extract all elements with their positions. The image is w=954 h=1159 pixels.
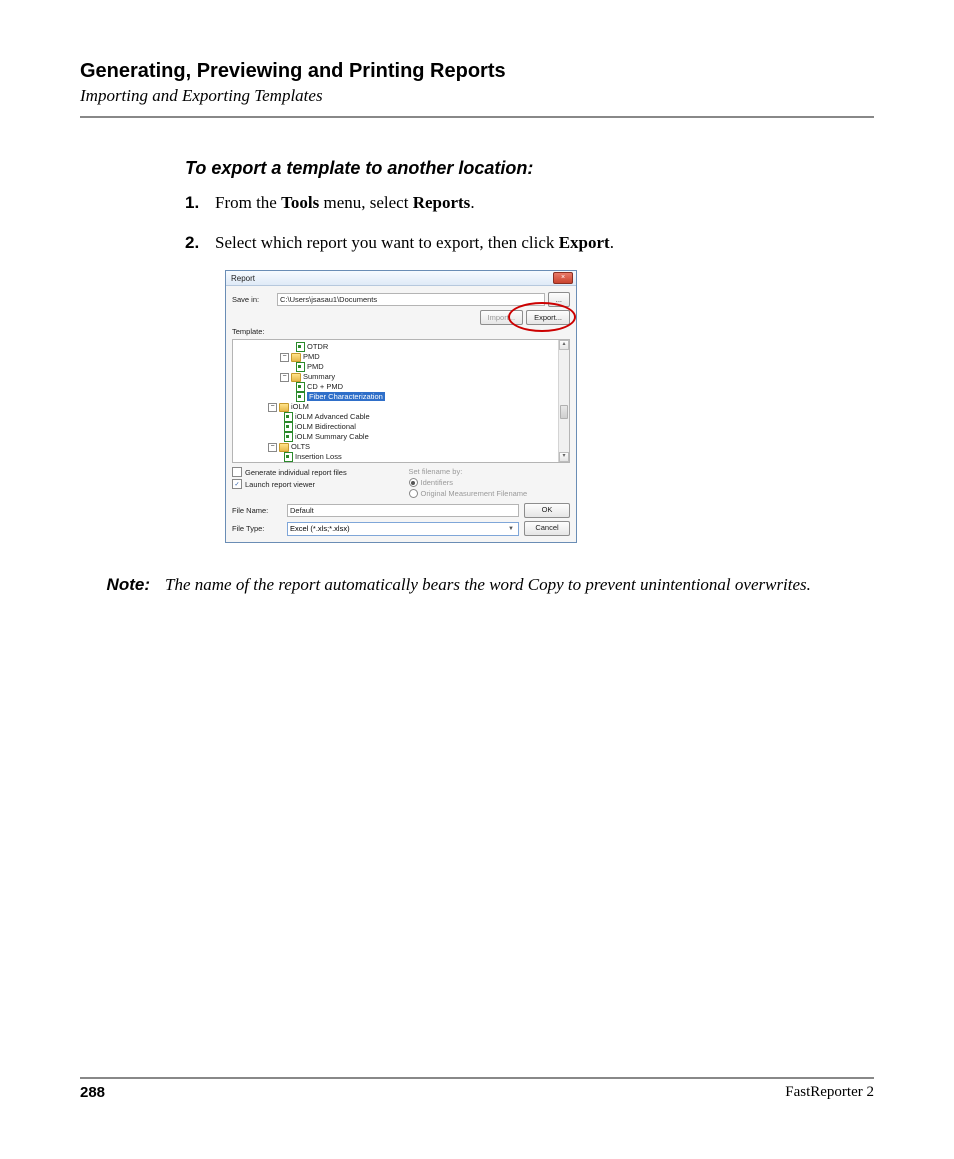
- note-label: Note:: [80, 573, 165, 598]
- close-icon[interactable]: ×: [553, 272, 573, 284]
- filetype-value: Excel (*.xls;*.xlsx): [290, 524, 350, 533]
- file-icon: [296, 382, 305, 392]
- procedure-heading: To export a template to another location…: [185, 158, 864, 179]
- collapse-icon[interactable]: −: [280, 373, 289, 382]
- set-filename-label: Set filename by:: [409, 467, 571, 476]
- save-in-field[interactable]: C:\Users\jsasau1\Documents: [277, 293, 545, 306]
- filetype-dropdown[interactable]: Excel (*.xls;*.xlsx) ▼: [287, 522, 519, 536]
- dialog-titlebar[interactable]: Report ×: [226, 271, 576, 286]
- step-1-number: 1.: [185, 191, 215, 216]
- filename-label: File Name:: [232, 506, 287, 515]
- folder-icon: [291, 353, 301, 362]
- collapse-icon[interactable]: −: [280, 353, 289, 362]
- dialog-title: Report: [231, 274, 255, 283]
- save-in-label: Save in:: [232, 295, 277, 304]
- step-2-number: 2.: [185, 231, 215, 256]
- step-2: 2. Select which report you want to expor…: [185, 231, 864, 256]
- file-icon: [284, 422, 293, 432]
- cancel-button[interactable]: Cancel: [524, 521, 570, 536]
- template-label: Template:: [232, 327, 277, 336]
- note-body: The name of the report automatically bea…: [165, 573, 874, 598]
- scroll-down-icon[interactable]: ▾: [559, 452, 569, 462]
- filetype-label: File Type:: [232, 524, 287, 533]
- collapse-icon[interactable]: −: [268, 443, 277, 452]
- step-1: 1. From the Tools menu, select Reports.: [185, 191, 864, 216]
- template-tree[interactable]: OTDR −PMD PMD −Summary CD + PMD Fiber Ch…: [232, 339, 570, 463]
- file-icon: [284, 452, 293, 462]
- chapter-title: Generating, Previewing and Printing Repo…: [80, 60, 874, 83]
- ok-button[interactable]: OK: [524, 503, 570, 518]
- file-icon: [296, 362, 305, 372]
- file-icon: [284, 412, 293, 422]
- scrollbar[interactable]: ▴ ▾: [558, 340, 569, 462]
- scroll-thumb[interactable]: [560, 405, 568, 419]
- header-rule: [80, 116, 874, 118]
- product-name: FastReporter 2: [785, 1084, 874, 1101]
- original-filename-radio: Original Measurement Filename: [409, 489, 571, 498]
- folder-icon: [279, 443, 289, 452]
- filename-field[interactable]: Default: [287, 504, 519, 517]
- scroll-up-icon[interactable]: ▴: [559, 340, 569, 350]
- collapse-icon[interactable]: −: [268, 403, 277, 412]
- selected-item[interactable]: Fiber Characterization: [307, 392, 385, 401]
- identifiers-radio: Identifiers: [409, 478, 571, 487]
- folder-icon: [291, 373, 301, 382]
- file-icon: [296, 392, 305, 402]
- chevron-down-icon: ▼: [506, 526, 516, 532]
- report-dialog: Report × Save in: C:\Users\jsasau1\Docum…: [225, 270, 577, 543]
- import-button[interactable]: Import...: [480, 310, 524, 325]
- generate-individual-checkbox[interactable]: Generate individual report files: [232, 467, 394, 477]
- launch-viewer-checkbox[interactable]: ✓Launch report viewer: [232, 479, 394, 489]
- browse-button[interactable]: ...: [548, 292, 570, 307]
- step-1-text: From the Tools menu, select Reports.: [215, 191, 475, 216]
- footer-rule: [80, 1077, 874, 1079]
- page-number: 288: [80, 1084, 105, 1101]
- folder-icon: [279, 403, 289, 412]
- section-title: Importing and Exporting Templates: [80, 86, 874, 106]
- file-icon: [296, 342, 305, 352]
- file-icon: [284, 432, 293, 442]
- step-2-text: Select which report you want to export, …: [215, 231, 614, 256]
- export-button[interactable]: Export...: [526, 310, 570, 325]
